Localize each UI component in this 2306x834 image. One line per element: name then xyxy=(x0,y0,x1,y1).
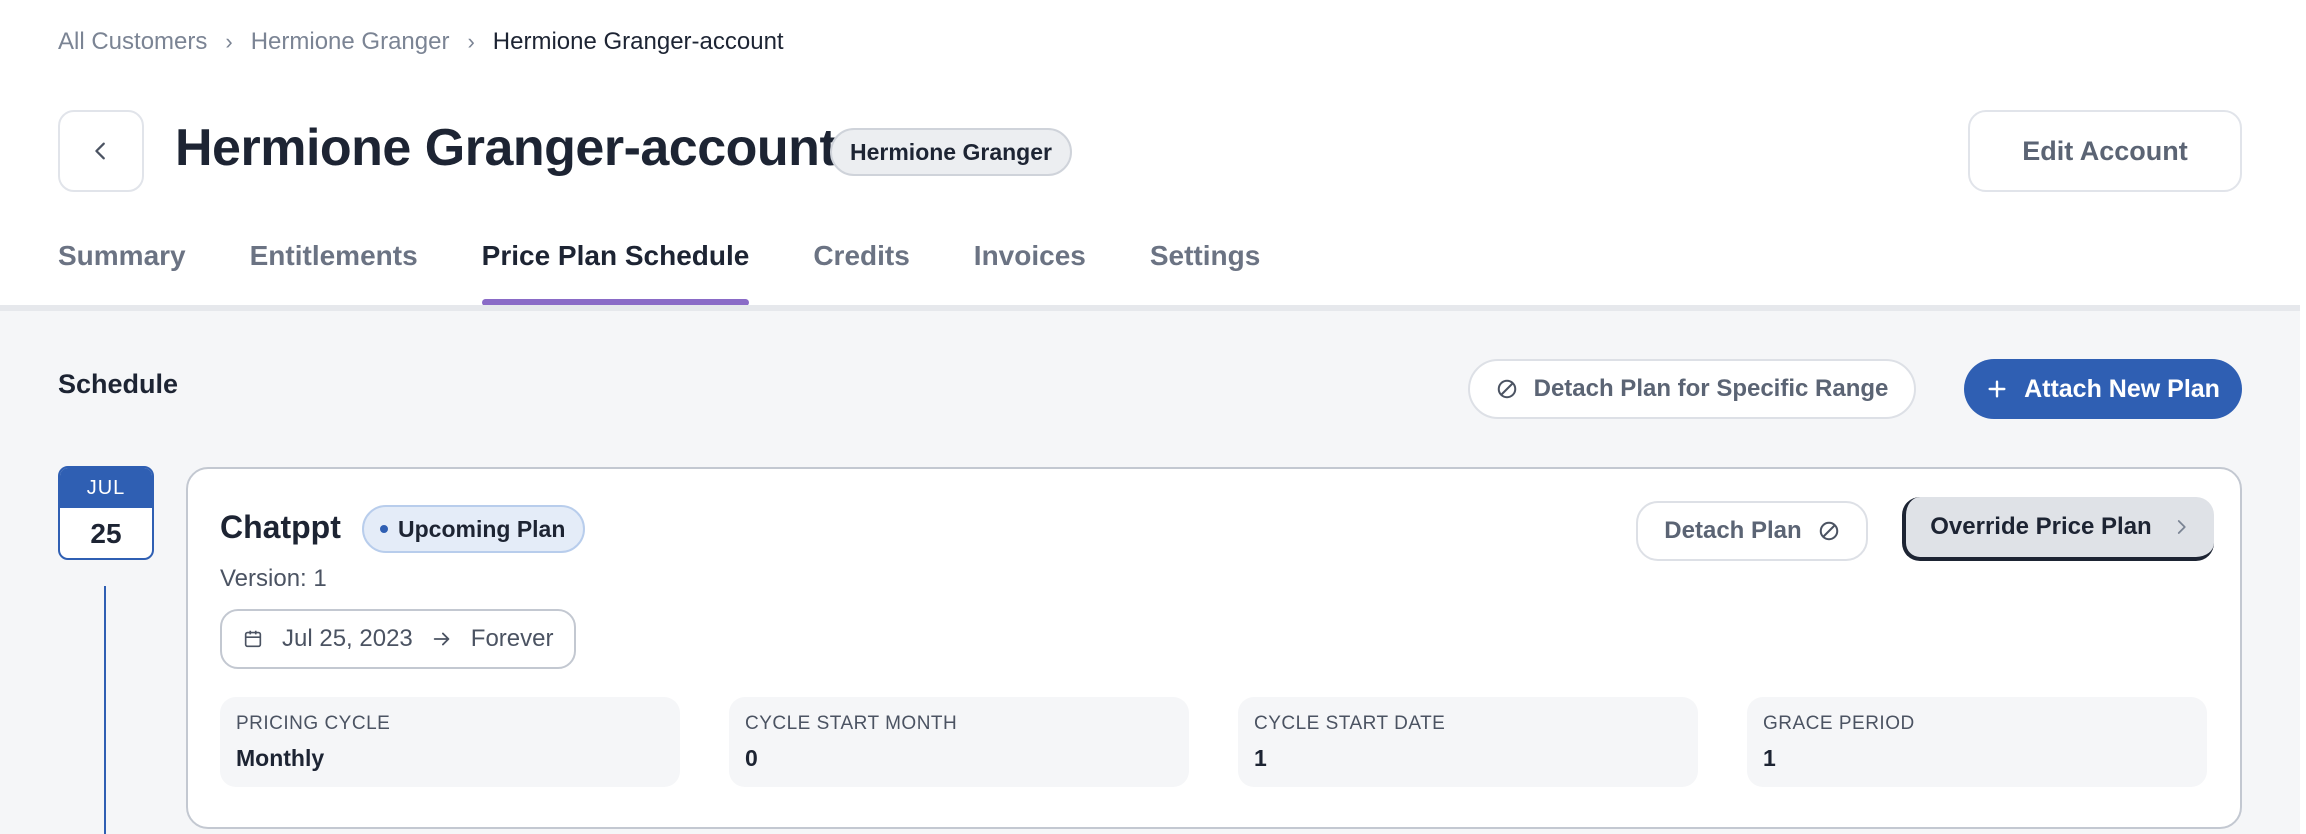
plan-date-range: Jul 25, 2023 Forever xyxy=(220,609,576,669)
stat-cycle-start-month: CYCLE START MONTH 0 xyxy=(729,697,1189,787)
override-price-plan-label: Override Price Plan xyxy=(1930,513,2152,540)
ban-icon xyxy=(1497,379,1516,399)
tab-bar: Summary Entitlements Price Plan Schedule… xyxy=(58,240,1324,306)
calendar-icon xyxy=(244,630,262,648)
detach-plan-range-label: Detach Plan for Specific Range xyxy=(1533,375,1889,402)
detach-plan-button[interactable]: Detach Plan xyxy=(1636,501,1868,561)
stat-pricing-cycle: PRICING CYCLE Monthly xyxy=(220,697,680,787)
breadcrumb-all-customers[interactable]: All Customers xyxy=(58,28,207,56)
section-title: Schedule xyxy=(58,369,179,399)
plan-start-date: Jul 25, 2023 xyxy=(282,625,413,652)
tab-price-plan-schedule[interactable]: Price Plan Schedule xyxy=(481,240,749,306)
stat-label: PRICING CYCLE xyxy=(236,713,391,734)
attach-new-plan-label: Attach New Plan xyxy=(2024,374,2220,403)
breadcrumb-separator-icon: › xyxy=(225,29,233,54)
stat-cycle-start-date: CYCLE START DATE 1 xyxy=(1238,697,1698,787)
plus-icon xyxy=(1988,380,2006,398)
plan-name: Chatppt xyxy=(220,509,341,545)
breadcrumb-current: Hermione Granger-account xyxy=(492,28,784,55)
plan-card: Chatppt Upcoming Plan Version: 1 Jul 25,… xyxy=(186,467,2242,829)
stat-value: 0 xyxy=(745,745,758,771)
override-price-plan-button[interactable]: Override Price Plan xyxy=(1902,497,2214,561)
tab-invoices[interactable]: Invoices xyxy=(974,240,1086,306)
edit-account-button[interactable]: Edit Account xyxy=(1968,110,2242,192)
stat-value: 1 xyxy=(1254,745,1267,771)
ban-icon xyxy=(1819,521,1838,541)
chevron-right-icon xyxy=(2177,520,2186,534)
plan-status-label: Upcoming Plan xyxy=(398,515,566,542)
schedule-panel: Schedule Detach Plan for Specific Range … xyxy=(0,305,2300,834)
date-month: JUL xyxy=(60,468,152,508)
detach-plan-label: Detach Plan xyxy=(1664,517,1802,544)
plan-stats: PRICING CYCLE Monthly CYCLE START MONTH … xyxy=(220,697,2207,787)
stat-label: CYCLE START MONTH xyxy=(745,713,958,734)
tab-summary[interactable]: Summary xyxy=(58,240,186,306)
detach-plan-range-button[interactable]: Detach Plan for Specific Range xyxy=(1468,359,1916,419)
customer-badge: Hermione Granger xyxy=(830,128,1072,176)
breadcrumb: All Customers › Hermione Granger › Hermi… xyxy=(58,28,784,56)
plan-end-date: Forever xyxy=(470,625,554,652)
breadcrumb-customer[interactable]: Hermione Granger xyxy=(251,28,450,56)
tab-settings[interactable]: Settings xyxy=(1150,240,1260,306)
chevron-left-icon xyxy=(95,142,105,160)
back-button[interactable] xyxy=(58,110,144,192)
attach-new-plan-button[interactable]: Attach New Plan xyxy=(1964,359,2242,419)
timeline-line xyxy=(104,586,106,834)
status-dot-icon xyxy=(380,525,388,533)
page-title: Hermione Granger-account xyxy=(175,119,837,177)
plan-status-badge: Upcoming Plan xyxy=(362,505,586,553)
date-day: 25 xyxy=(90,518,122,549)
schedule-date-badge: JUL 25 xyxy=(58,466,154,560)
stat-value: Monthly xyxy=(236,745,325,771)
plan-version: Version: 1 xyxy=(220,565,327,592)
tab-credits[interactable]: Credits xyxy=(813,240,909,306)
stat-label: GRACE PERIOD xyxy=(1763,713,1915,734)
tab-entitlements[interactable]: Entitlements xyxy=(250,240,418,306)
breadcrumb-separator-icon: › xyxy=(467,29,475,54)
stat-value: 1 xyxy=(1763,745,1776,771)
stat-label: CYCLE START DATE xyxy=(1254,713,1446,734)
stat-grace-period: GRACE PERIOD 1 xyxy=(1747,697,2207,787)
arrow-right-icon xyxy=(433,632,450,646)
